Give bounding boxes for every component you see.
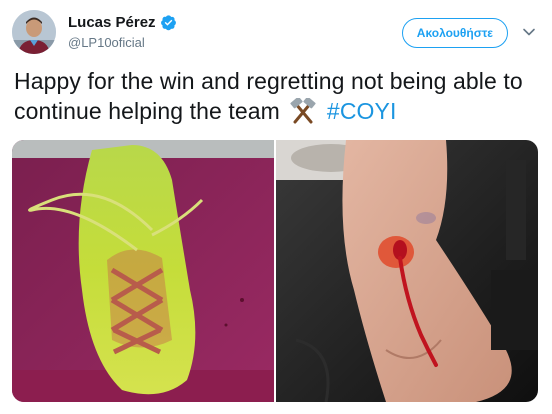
avatar-photo-icon bbox=[12, 10, 56, 54]
media-grid bbox=[12, 140, 538, 402]
follow-button[interactable]: Ακολουθήστε bbox=[401, 18, 508, 48]
foot-photo-icon bbox=[276, 140, 538, 402]
name-row: Lucas Pérez bbox=[68, 14, 177, 31]
display-name[interactable]: Lucas Pérez bbox=[68, 14, 156, 31]
verified-badge-icon bbox=[160, 14, 177, 31]
chevron-down-icon[interactable] bbox=[522, 25, 536, 39]
tweet-card: Lucas Pérez @LP10oficial Ακολουθήστε Hap… bbox=[0, 0, 552, 414]
tweet-text-main: Happy for the win and regretting not bei… bbox=[14, 68, 523, 124]
author-block: Lucas Pérez @LP10oficial bbox=[68, 14, 177, 50]
tweet-header: Lucas Pérez @LP10oficial Ακολουθήστε bbox=[12, 10, 540, 54]
hashtag-link[interactable]: #COYI bbox=[327, 98, 397, 124]
boot-photo-icon bbox=[12, 140, 274, 402]
photo-football-boot[interactable] bbox=[12, 140, 274, 402]
avatar[interactable] bbox=[12, 10, 56, 54]
tweet-text: Happy for the win and regretting not bei… bbox=[14, 66, 540, 126]
hammers-emoji-icon bbox=[288, 96, 318, 124]
photo-injured-foot[interactable] bbox=[276, 140, 538, 402]
handle[interactable]: @LP10oficial bbox=[68, 35, 177, 50]
